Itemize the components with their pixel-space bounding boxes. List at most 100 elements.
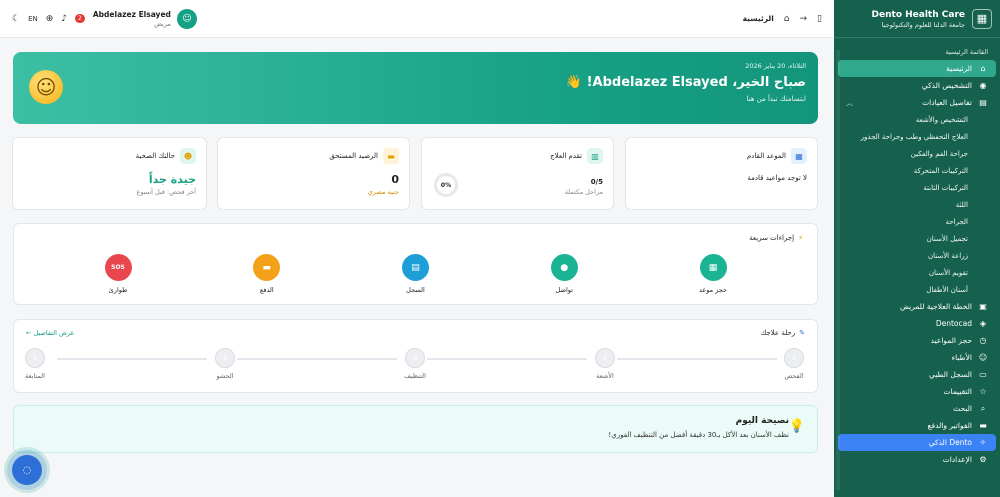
- progress-ring: 0%: [434, 173, 458, 197]
- sidebar-item-dentocad[interactable]: ◈ Dentocad: [838, 315, 996, 332]
- sidebar-item-settings[interactable]: ⚙ الإعدادات: [838, 451, 996, 468]
- sidebar-item-label: Dentocad: [935, 319, 972, 328]
- balance-card[interactable]: ▬ الرصيد المستحق 0 جنيه مصري: [217, 137, 410, 210]
- home-icon[interactable]: ⌂: [784, 14, 790, 24]
- sidebar-item-label: السجل الطبي: [928, 370, 972, 379]
- lightning-icon: ⚡: [798, 234, 803, 242]
- file-icon: ▭: [979, 370, 987, 379]
- sidebar-subitem-clinic[interactable]: التركيبات المتحركة: [834, 162, 1000, 179]
- sidebar-subitem-clinic[interactable]: العلاج التحفظي وطب وجراحة الجذور: [834, 128, 1000, 145]
- topbar: ▯ → ⌂ الرئيسية ☺ Abdelazez Elsayed مريض …: [0, 0, 834, 38]
- card-note: جنيه مصري: [367, 188, 399, 196]
- user-role: مريض: [154, 19, 171, 28]
- next-appointment-card[interactable]: ▦ الموعد القادم لا توجد مواعيد قادمة: [625, 137, 818, 210]
- forward-arrow-icon[interactable]: →: [800, 14, 808, 24]
- journey-step: 1 الفحص: [769, 348, 819, 380]
- view-details-link[interactable]: عرض التفاصيل ←: [26, 329, 74, 337]
- sidebar-subitem-clinic[interactable]: اللثة: [834, 196, 1000, 213]
- card-title: الرصيد المستحق: [329, 152, 378, 160]
- sidebar-item-treatment-plan[interactable]: ▣ الخطة العلاجية للمريض: [838, 298, 996, 315]
- smiley-icon: ☺: [29, 70, 63, 104]
- sidebar-subitem-clinic[interactable]: تقويم الأسنان: [834, 264, 1000, 281]
- sidebar-item-home[interactable]: ⌂ الرئيسية: [838, 60, 996, 77]
- sidebar-subitem-clinic[interactable]: الجراحة: [834, 213, 1000, 230]
- user-name: Abdelazez Elsayed: [92, 9, 171, 19]
- sidebar-item-smart-diagnosis[interactable]: ◉ التشخيص الذكي: [838, 77, 996, 94]
- sidebar: ▦ Dento Health Care جامعة الدلتا للعلوم …: [834, 0, 1000, 497]
- sidebar-subitem-clinic[interactable]: أسنان الأطفال: [834, 281, 1000, 298]
- card-value: لا توجد مواعيد قادمة: [747, 174, 807, 182]
- sidebar-item-label: التقييمات: [943, 387, 972, 396]
- emergency-button[interactable]: SOS طوارئ: [88, 254, 148, 294]
- step-number: 4: [215, 348, 235, 368]
- record-button[interactable]: ▤ السجل: [386, 254, 446, 294]
- chat-assistant-button[interactable]: ◌: [12, 455, 42, 485]
- sidebar-item-label: التشخيص الذكي: [921, 81, 972, 90]
- step-number: 2: [595, 348, 615, 368]
- sidebar-item-search[interactable]: ⌕ البحث: [838, 400, 996, 417]
- quick-actions: ⚡ إجراءات سريعة ▦ حجز موعد ● تواصل ▤ الس…: [13, 223, 818, 305]
- wallet-icon: ▬: [383, 148, 399, 164]
- calendar-icon: ▦: [791, 148, 807, 164]
- sidebar-item-billing[interactable]: ▬ الفواتير والدفع: [838, 417, 996, 434]
- action-label: الدفع: [259, 286, 274, 294]
- tip-text: نظف الأسنان بعد الأكل بـ30 دقيقة أفضل من…: [608, 431, 789, 439]
- action-label: طوارئ: [108, 286, 128, 294]
- sidebar-item-label: تفاصيل العيادات: [922, 98, 972, 107]
- sidebar-subitem-clinic[interactable]: جراحة الفم والفكين: [834, 145, 1000, 162]
- card-value: جيدة جداً: [148, 173, 196, 186]
- sos-icon: SOS: [104, 254, 132, 281]
- bell-icon[interactable]: ♪: [61, 14, 67, 24]
- notification-badge: 2: [75, 14, 85, 23]
- health-status-card[interactable]: ☻ حالتك الصحية جيدة جداً آخر فحص: قبل أس…: [12, 137, 207, 210]
- action-label: السجل: [406, 286, 425, 294]
- sidebar-item-appointments[interactable]: ◷ حجز المواعيد: [838, 332, 996, 349]
- book-appointment-button[interactable]: ▦ حجز موعد: [683, 254, 743, 294]
- step-number: 1: [784, 348, 804, 368]
- building-icon: ▤: [979, 98, 987, 107]
- sidebar-item-label: البحث: [953, 404, 972, 413]
- action-label: تواصل: [555, 286, 573, 294]
- journey-steps: 1 الفحص 2 الأشعة 3 التنظيف 4 الحشو 5 الم…: [25, 343, 805, 393]
- action-label: حجز موعد: [699, 286, 727, 294]
- sidebar-toggle-icon[interactable]: ▯: [817, 14, 822, 24]
- sidebar-subitem-clinic[interactable]: زراعة الأسنان: [834, 247, 1000, 264]
- sidebar-item-clinic-details[interactable]: ▤ تفاصيل العيادات ︿: [838, 94, 996, 111]
- sidebar-item-label: الإعدادات: [942, 455, 972, 464]
- card-icon: ▬: [979, 421, 987, 430]
- welcome-banner: الثلاثاء، 20 يناير 2026 صباح الخير، Abde…: [13, 52, 818, 124]
- sidebar-subitem-clinic[interactable]: التشخيص والأشعة: [834, 111, 1000, 128]
- sidebar-item-dento-ai[interactable]: ✧ Dento الذكي: [838, 434, 996, 451]
- user-menu[interactable]: ☺ Abdelazez Elsayed مريض: [92, 8, 197, 29]
- journey-step: 4 الحشو: [200, 348, 250, 380]
- contact-button[interactable]: ● تواصل: [534, 254, 594, 294]
- dark-mode-icon[interactable]: ☾: [12, 14, 20, 24]
- hero-greeting: صباح الخير، Abdelazez Elsayed! 👋: [565, 75, 806, 90]
- quick-actions-title: إجراءات سريعة: [749, 234, 795, 242]
- treatment-progress-card[interactable]: ▥ تقدم العلاج 0/5 مراحل مكتملة 0%: [421, 137, 614, 210]
- step-label: الأشعة: [596, 372, 614, 380]
- hero-date: الثلاثاء، 20 يناير 2026: [745, 62, 806, 70]
- payment-button[interactable]: ▬ الدفع: [237, 254, 297, 294]
- sidebar-item-label: حجز المواعيد: [930, 336, 972, 345]
- sidebar-item-medical-record[interactable]: ▭ السجل الطبي: [838, 366, 996, 383]
- sidebar-item-ratings[interactable]: ☆ التقييمات: [838, 383, 996, 400]
- breadcrumb-home[interactable]: الرئيسية: [743, 14, 774, 23]
- smiley-icon: ☻: [180, 148, 196, 164]
- card-note: آخر فحص: قبل أسبوع: [136, 188, 196, 196]
- language-toggle[interactable]: EN: [28, 15, 38, 23]
- sidebar-subitem-clinic[interactable]: التركيبات الثابتة: [834, 179, 1000, 196]
- sidebar-section-label: القائمة الرئيسية: [945, 48, 988, 56]
- hero-subtitle: ابتسامتك تبدأ من هنا: [746, 95, 806, 103]
- globe-icon[interactable]: ⊕: [46, 14, 54, 24]
- step-label: الفحص: [784, 372, 804, 380]
- card-value: 0: [391, 173, 399, 186]
- star-icon: ☆: [979, 387, 987, 396]
- step-label: التنظيف: [404, 372, 426, 380]
- pencil-icon: ✎: [799, 329, 805, 337]
- sidebar-item-label: الخطة العلاجية للمريض: [899, 302, 972, 311]
- sidebar-item-doctors[interactable]: ☺ الأطباء: [838, 349, 996, 366]
- card-title: تقدم العلاج: [550, 152, 582, 160]
- sidebar-subitem-clinic[interactable]: تجميل الأسنان: [834, 230, 1000, 247]
- users-icon: ☺: [978, 353, 988, 362]
